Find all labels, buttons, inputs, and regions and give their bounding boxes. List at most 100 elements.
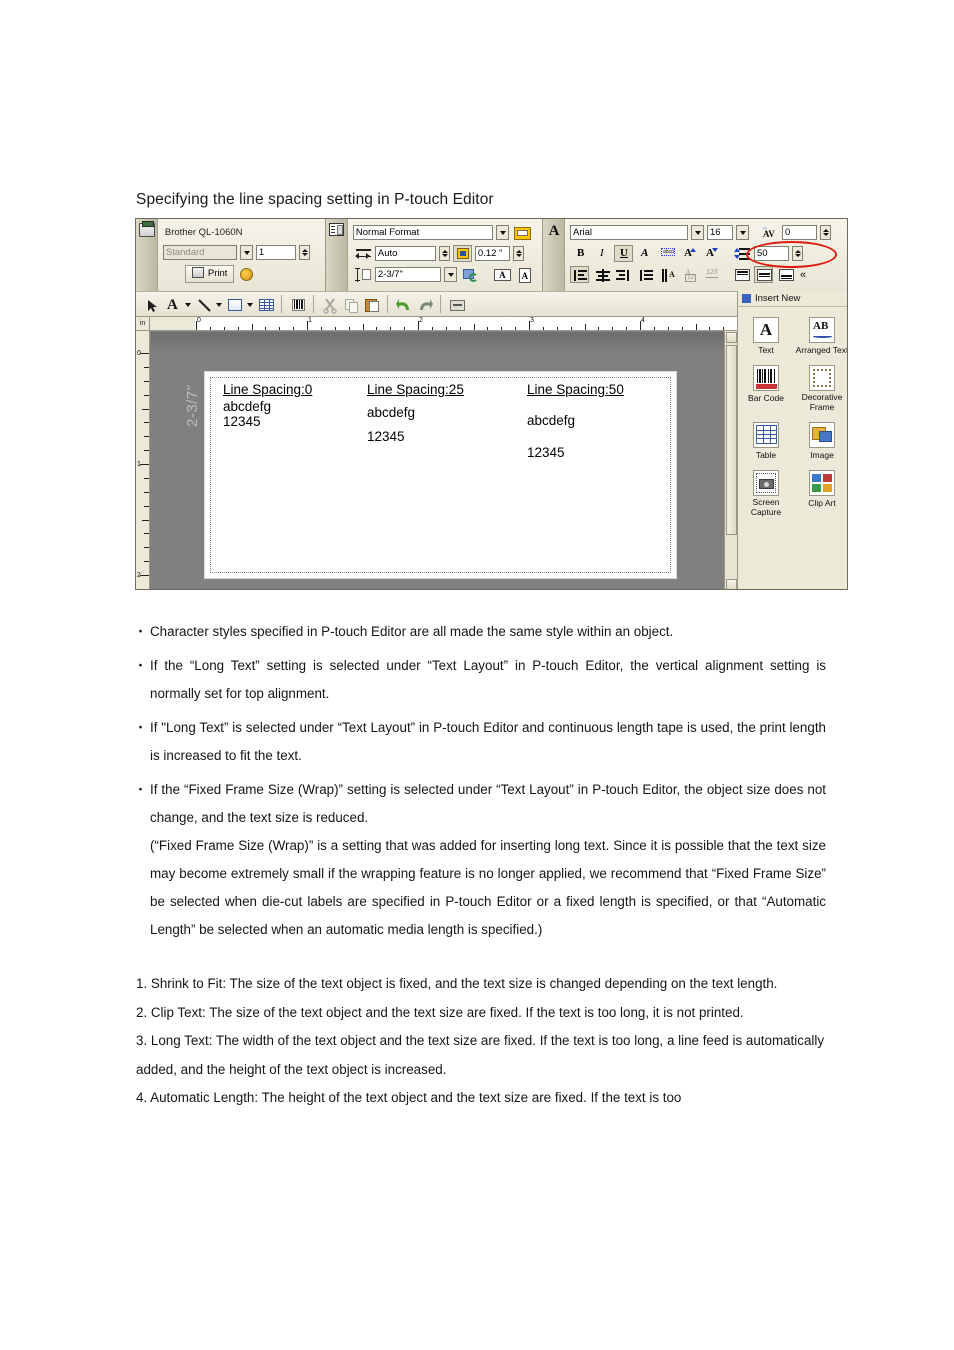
- ruler-tick: [144, 366, 149, 368]
- text-orientation-horizontal-icon[interactable]: A: [492, 266, 511, 283]
- ruler-tick: [144, 436, 149, 438]
- tape-color-swatch-icon[interactable]: [512, 224, 531, 241]
- font-size-select[interactable]: 16: [707, 225, 733, 240]
- insert-item-label: Screen Capture: [750, 497, 782, 517]
- print-button[interactable]: Print: [184, 264, 235, 283]
- align-center-icon[interactable]: [592, 266, 611, 283]
- text-block-line2: 12345: [367, 429, 405, 444]
- align-right-icon[interactable]: [614, 266, 633, 283]
- font-size-chevron-down-icon[interactable]: [736, 225, 749, 240]
- insert-item-decorative-frame[interactable]: Decorative Frame: [794, 355, 847, 412]
- scroll-down-icon[interactable]: [726, 579, 737, 589]
- ruler-tick: [265, 327, 267, 330]
- character-spacing-input[interactable]: 0: [782, 225, 817, 240]
- width-input[interactable]: Auto: [374, 246, 436, 261]
- text-fit-icon[interactable]: abcd: [658, 245, 677, 262]
- text-block-spacing-0[interactable]: Line Spacing:0 abcdefg 12345: [223, 382, 312, 429]
- printer-name: Brother QL-1060N: [164, 226, 243, 238]
- ruler-tick: [681, 327, 683, 330]
- increase-font-size-icon[interactable]: A: [680, 245, 699, 262]
- italic-button[interactable]: I: [592, 245, 611, 262]
- insert-new-grid: A Text AB Arranged Text Bar Code Decorat…: [738, 307, 847, 517]
- object-properties-icon[interactable]: [447, 296, 466, 313]
- ruler-tick-label: 1: [137, 461, 141, 468]
- text-block-spacing-25[interactable]: Line Spacing:25 abcdefg 12345: [367, 382, 464, 444]
- ruler-tick: [515, 327, 517, 330]
- vertical-align-top-icon[interactable]: [732, 266, 751, 283]
- line-spacing-icon[interactable]: [732, 245, 751, 262]
- line-options-chevron-down-icon[interactable]: [215, 296, 223, 313]
- bold-button[interactable]: B: [570, 245, 589, 262]
- font-family-select[interactable]: Arial: [570, 225, 688, 240]
- insert-item-arranged-text[interactable]: AB Arranged Text: [794, 313, 847, 355]
- format-select[interactable]: Normal Format: [352, 225, 493, 240]
- ruler-tick: [144, 561, 149, 563]
- print-options-icon[interactable]: [237, 265, 256, 282]
- list-item: 3. Long Text: The width of the text obje…: [136, 1033, 825, 1077]
- align-left-icon[interactable]: [570, 266, 589, 283]
- text-block-spacing-50[interactable]: Line Spacing:50 abcdefg 12345: [527, 382, 624, 460]
- ruler-tick: [144, 491, 149, 493]
- insert-item-clip-art[interactable]: Clip Art: [794, 460, 847, 517]
- ruler-tick: [334, 327, 336, 330]
- ruler-tick: [404, 327, 406, 330]
- copies-spinner[interactable]: [298, 245, 310, 260]
- insert-item-table[interactable]: Table: [738, 412, 794, 460]
- insert-item-text[interactable]: A Text: [738, 313, 794, 355]
- text-orientation-vertical-icon[interactable]: A: [514, 266, 533, 283]
- ruler-tick: [431, 327, 433, 330]
- text-options-chevron-down-icon[interactable]: [184, 296, 192, 313]
- undo-icon[interactable]: [394, 296, 413, 313]
- underline-button[interactable]: U: [614, 245, 633, 262]
- number-rotate-icon[interactable]: 123: [702, 266, 721, 283]
- paste-icon[interactable]: [362, 296, 381, 313]
- margin-spinner[interactable]: [512, 246, 524, 261]
- print-button-printer-icon: [191, 267, 204, 279]
- copies-input[interactable]: 1: [255, 245, 296, 260]
- height-select-chevron-down-icon[interactable]: [443, 267, 457, 282]
- decrease-font-size-icon[interactable]: A: [702, 245, 721, 262]
- margin-input[interactable]: 0.12 ": [474, 246, 510, 261]
- insert-table-icon[interactable]: [256, 296, 275, 313]
- redo-icon[interactable]: [415, 296, 434, 313]
- insert-rectangle-icon[interactable]: [225, 296, 244, 313]
- insert-item-label: Image: [810, 450, 834, 460]
- scroll-up-icon[interactable]: [726, 332, 737, 343]
- margin-icon[interactable]: [452, 245, 472, 262]
- insert-line-icon[interactable]: [194, 296, 213, 313]
- cut-icon: [320, 296, 339, 314]
- note-paragraph: (“Fixed Frame Size (Wrap)” is a setting …: [150, 838, 826, 937]
- scrollbar-thumb[interactable]: [726, 345, 737, 535]
- subscript-icon[interactable]: A 12: [680, 266, 699, 283]
- line-spacing-input[interactable]: 50: [754, 246, 789, 261]
- text-block-title: Line Spacing:50: [527, 382, 624, 397]
- print-group-tab: [136, 219, 158, 291]
- select-pointer-icon[interactable]: [142, 296, 161, 313]
- vertical-align-bottom-icon[interactable]: [776, 266, 795, 283]
- insert-text-icon[interactable]: A: [163, 296, 182, 313]
- insert-item-screen-capture[interactable]: Screen Capture: [738, 460, 794, 517]
- list-item: 1. Shrink to Fit: The size of the text o…: [136, 976, 778, 991]
- media-select-chevron-down-icon[interactable]: [239, 245, 253, 260]
- font-family-chevron-down-icon[interactable]: [691, 225, 704, 240]
- format-select-chevron-down-icon[interactable]: [495, 225, 509, 240]
- outline-text-icon[interactable]: A: [636, 245, 655, 262]
- ruler-tick-label: 0: [137, 350, 141, 357]
- label-object[interactable]: Line Spacing:0 abcdefg 12345 Line Spacin…: [204, 371, 677, 579]
- insert-barcode-icon[interactable]: [288, 296, 307, 313]
- character-spacing-spinner[interactable]: [820, 225, 831, 240]
- height-input[interactable]: 2-3/7": [374, 267, 441, 282]
- shape-options-chevron-down-icon[interactable]: [246, 296, 254, 313]
- insert-item-barcode[interactable]: Bar Code: [738, 355, 794, 412]
- vertical-text-align-icon[interactable]: A: [658, 266, 677, 283]
- align-justify-icon[interactable]: [636, 266, 655, 283]
- toolbar-overflow-icon[interactable]: «: [800, 269, 806, 281]
- refresh-layout-icon[interactable]: [460, 266, 479, 283]
- width-spinner[interactable]: [438, 246, 450, 261]
- line-spacing-spinner[interactable]: [792, 246, 803, 261]
- vertical-align-middle-icon[interactable]: [754, 266, 773, 283]
- insert-item-label: Bar Code: [748, 393, 784, 403]
- canvas-vertical-scrollbar[interactable]: [724, 331, 737, 589]
- insert-item-image[interactable]: Image: [794, 412, 847, 460]
- media-select[interactable]: Standard: [162, 245, 237, 260]
